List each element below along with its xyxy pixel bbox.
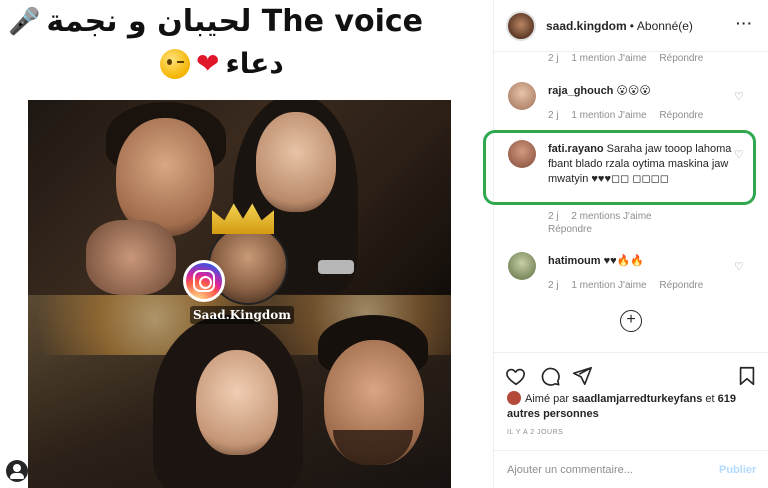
- add-comment-bar: Ajouter un commentaire... Publier: [493, 450, 768, 488]
- likes-conj: et: [705, 393, 715, 405]
- microphone-icon: 🎤: [8, 7, 41, 37]
- more-options-icon[interactable]: ···: [736, 15, 753, 31]
- comment-likes[interactable]: 1 mention J'aime: [571, 280, 646, 291]
- red-heart-icon: ❤: [196, 47, 220, 80]
- post-header: saad.kingdom • Abonné(e) ···: [494, 0, 768, 52]
- comment-time: 2 j: [548, 280, 559, 291]
- caption-text-1: لحيبان و نجمة The voice: [46, 4, 423, 39]
- header-avatar[interactable]: [506, 11, 536, 41]
- like-comment-heart-icon[interactable]: ♡: [734, 148, 744, 161]
- liker-username[interactable]: saadlamjarredturkeyfans: [572, 393, 702, 405]
- reply-button[interactable]: Répondre: [659, 110, 703, 121]
- comment-meta: 2 j 2 mentions J'aime Répondre: [548, 210, 708, 236]
- post-timestamp[interactable]: IL Y A 2 JOURS: [507, 429, 563, 436]
- like-comment-heart-icon[interactable]: ♡: [734, 90, 744, 103]
- comment-likes[interactable]: 1 mention J'aime: [571, 110, 646, 121]
- comment-item-highlighted: fati.rayano Saraha jaw tooop lahoma fbant…: [506, 140, 758, 202]
- like-heart-icon[interactable]: [505, 365, 527, 387]
- comment-avatar[interactable]: [508, 82, 536, 110]
- comment-text: hatimoum ♥♥🔥🔥: [548, 254, 734, 269]
- caption-text-2: دعاء: [225, 47, 284, 80]
- comment-time: 2 j: [548, 211, 559, 222]
- comment-text: fati.rayano Saraha jaw tooop lahoma fbant…: [548, 142, 734, 187]
- reply-button[interactable]: Répondre: [548, 224, 592, 235]
- user-tag-icon[interactable]: [6, 460, 28, 482]
- comment-input[interactable]: Ajouter un commentaire...: [507, 464, 633, 476]
- comment-item: hatimoum ♥♥🔥🔥 ♡: [506, 252, 758, 282]
- header-user-info: saad.kingdom • Abonné(e): [546, 19, 693, 33]
- share-icon[interactable]: [571, 365, 593, 387]
- comment-likes[interactable]: 2 mentions J'aime: [571, 211, 651, 222]
- header-separator: •: [629, 19, 634, 33]
- post-caption-line2: ❤ دعاء: [160, 44, 284, 84]
- post-caption-line1: 🎤 لحيبان و نجمة The voice: [8, 2, 488, 42]
- publish-button[interactable]: Publier: [719, 464, 756, 476]
- bookmark-icon[interactable]: [736, 365, 758, 387]
- wink-emoji-icon: [160, 49, 190, 79]
- follow-status[interactable]: Abonné(e): [637, 19, 693, 33]
- comment-bubble-icon[interactable]: [539, 365, 561, 387]
- comment-meta: 2 j 1 mention J'aime Répondre: [548, 110, 713, 121]
- header-username[interactable]: saad.kingdom: [546, 19, 627, 33]
- comment-username[interactable]: hatimoum: [548, 255, 601, 267]
- partial-comment-meta: 2 j 1 mention J'aime Répondre: [548, 53, 713, 64]
- likes-summary: Aimé par saadlamjarredturkeyfans et 619 …: [507, 391, 757, 422]
- liker-avatar[interactable]: [507, 391, 521, 405]
- comment-avatar[interactable]: [508, 252, 536, 280]
- comment-username[interactable]: fati.rayano: [548, 143, 604, 155]
- reply-button[interactable]: Répondre: [659, 53, 703, 64]
- watermark-text: Saad.Kingdom: [190, 306, 294, 324]
- comment-username[interactable]: raja_ghouch: [548, 85, 613, 97]
- comment-time: 2 j: [548, 110, 559, 121]
- instagram-logo-icon: [183, 260, 225, 302]
- comment-body: 😮😮😮: [616, 85, 651, 97]
- comment-meta: 2 j 1 mention J'aime Répondre: [548, 280, 713, 291]
- comment-avatar[interactable]: [508, 140, 536, 168]
- action-bar: [493, 352, 768, 392]
- post-image: 🎤 لحيبان و نجمة The voice ❤ دعاء Saad.Ki…: [0, 0, 493, 488]
- likes-prefix: Aimé par: [525, 393, 570, 405]
- load-more-comments-icon[interactable]: +: [620, 310, 642, 332]
- comment-time: 2 j: [548, 53, 559, 64]
- comment-likes[interactable]: 1 mention J'aime: [571, 53, 646, 64]
- comment-text: raja_ghouch 😮😮😮: [548, 84, 734, 99]
- comment-body: ♥♥🔥🔥: [603, 255, 645, 267]
- like-comment-heart-icon[interactable]: ♡: [734, 260, 744, 273]
- reply-button[interactable]: Répondre: [659, 280, 703, 291]
